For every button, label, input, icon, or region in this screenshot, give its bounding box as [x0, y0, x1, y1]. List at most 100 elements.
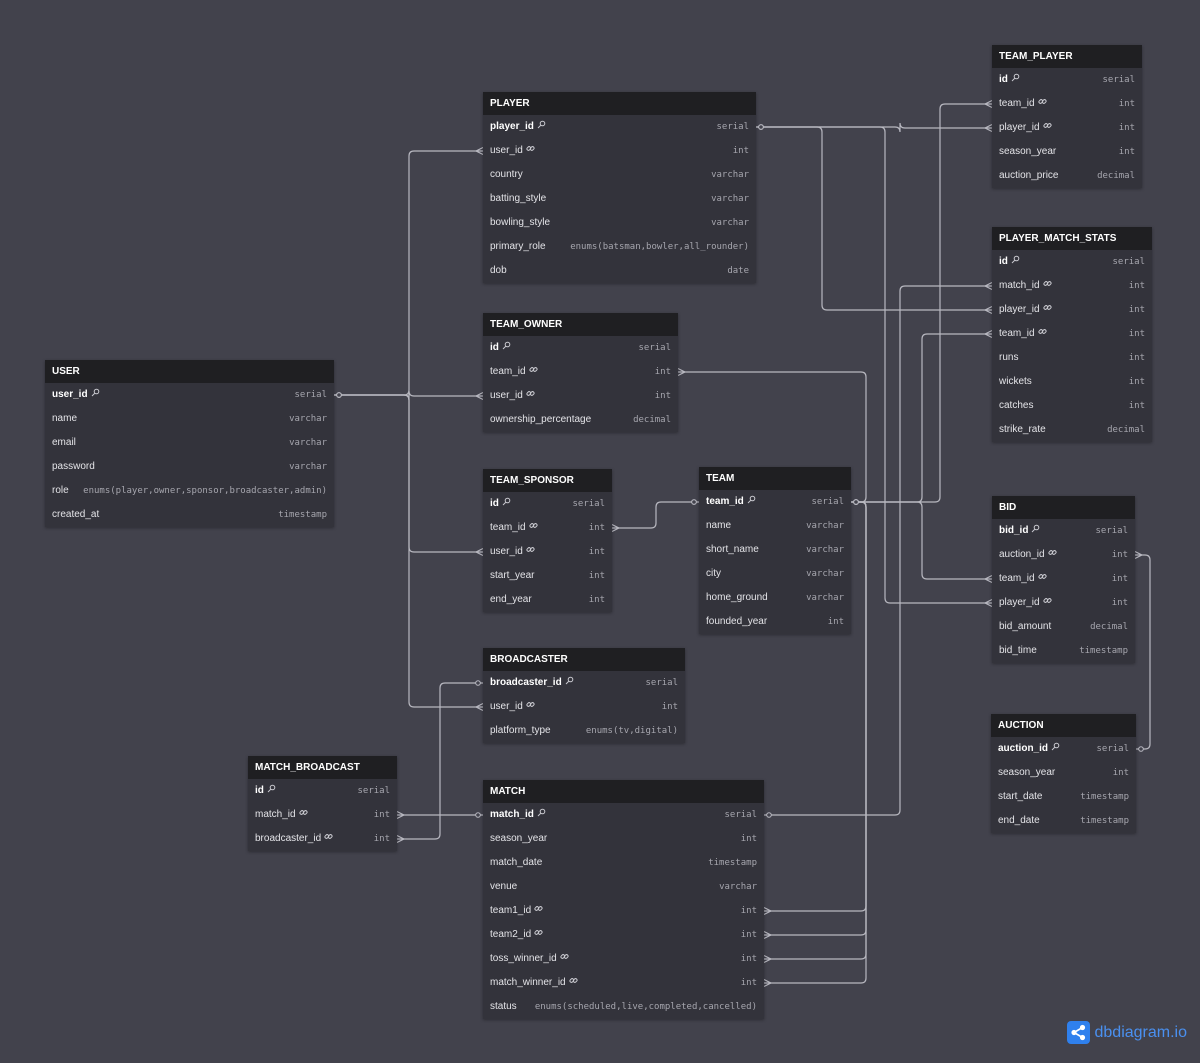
- field-row[interactable]: id serial: [992, 250, 1152, 274]
- field-row[interactable]: user_id int: [483, 139, 756, 163]
- field-row[interactable]: season_year int: [483, 827, 764, 851]
- field-row[interactable]: name varchar: [45, 407, 334, 431]
- field-name: season_year: [998, 767, 1056, 778]
- field-row[interactable]: venue varchar: [483, 875, 764, 899]
- field-row[interactable]: player_id int: [992, 591, 1135, 615]
- field-row[interactable]: auction_id int: [992, 543, 1135, 567]
- table-team-player[interactable]: TEAM_PLAYER id serial team_id int player_id in…: [992, 45, 1142, 188]
- field-row[interactable]: match_date timestamp: [483, 851, 764, 875]
- field-row[interactable]: dob date: [483, 259, 756, 283]
- field-row[interactable]: bid_id serial: [992, 519, 1135, 543]
- table-match-broadcast[interactable]: MATCH_BROADCAST id serial match_id int broadc…: [248, 756, 397, 851]
- field-row[interactable]: strike_rate decimal: [992, 418, 1152, 442]
- field-row[interactable]: match_id int: [992, 274, 1152, 298]
- field-row[interactable]: team1_id int: [483, 899, 764, 923]
- field-row[interactable]: season_year int: [991, 761, 1136, 785]
- table-header[interactable]: PLAYER_MATCH_STATS: [992, 227, 1152, 250]
- table-auction[interactable]: AUCTION auction_id serial season_year int sta…: [991, 714, 1136, 833]
- field-row[interactable]: batting_style varchar: [483, 187, 756, 211]
- field-row[interactable]: team_id int: [483, 516, 612, 540]
- field-row[interactable]: user_id int: [483, 540, 612, 564]
- table-header[interactable]: TEAM_SPONSOR: [483, 469, 612, 492]
- one-marker: [475, 812, 481, 818]
- field-row[interactable]: home_ground varchar: [699, 586, 851, 610]
- field-row[interactable]: team2_id int: [483, 923, 764, 947]
- field-name: id: [490, 498, 499, 509]
- field-row[interactable]: name varchar: [699, 514, 851, 538]
- link-icon: [1043, 591, 1052, 615]
- table-header[interactable]: AUCTION: [991, 714, 1136, 737]
- field-row[interactable]: broadcaster_id int: [248, 827, 397, 851]
- field-row[interactable]: match_id serial: [483, 803, 764, 827]
- field-row[interactable]: id serial: [483, 336, 678, 360]
- field-row[interactable]: broadcaster_id serial: [483, 671, 685, 695]
- field-row[interactable]: id serial: [248, 779, 397, 803]
- one-marker: [853, 499, 859, 505]
- field-row[interactable]: short_name varchar: [699, 538, 851, 562]
- field-row[interactable]: season_year int: [992, 140, 1142, 164]
- table-bid[interactable]: BID bid_id serial auction_id int team_id int pl…: [992, 496, 1135, 663]
- field-row[interactable]: created_at timestamp: [45, 503, 334, 527]
- field-row[interactable]: team_id int: [992, 322, 1152, 346]
- table-header[interactable]: TEAM_OWNER: [483, 313, 678, 336]
- table-team-owner[interactable]: TEAM_OWNER id serial team_id int user_id int ow…: [483, 313, 678, 432]
- table-header[interactable]: PLAYER: [483, 92, 756, 115]
- field-row[interactable]: end_year int: [483, 588, 612, 612]
- field-row[interactable]: catches int: [992, 394, 1152, 418]
- table-header[interactable]: TEAM_PLAYER: [992, 45, 1142, 68]
- field-row[interactable]: id serial: [992, 68, 1142, 92]
- table-match[interactable]: MATCH match_id serial season_year int match_d…: [483, 780, 764, 1019]
- field-type: int: [740, 930, 757, 940]
- field-row[interactable]: player_id int: [992, 298, 1152, 322]
- table-team[interactable]: TEAM team_id serial name varchar short_name va…: [699, 467, 851, 634]
- table-broadcaster[interactable]: BROADCASTER broadcaster_id serial user_id in…: [483, 648, 685, 743]
- field-row[interactable]: player_id serial: [483, 115, 756, 139]
- table-header[interactable]: MATCH: [483, 780, 764, 803]
- field-row[interactable]: bid_amount decimal: [992, 615, 1135, 639]
- table-header[interactable]: MATCH_BROADCAST: [248, 756, 397, 779]
- table-header[interactable]: USER: [45, 360, 334, 383]
- field-name-group: bid_id: [999, 519, 1040, 543]
- field-row[interactable]: password varchar: [45, 455, 334, 479]
- field-row[interactable]: role enums(player,owner,sponsor,broadcast…: [45, 479, 334, 503]
- field-row[interactable]: primary_role enums(batsman,bowler,all_rou…: [483, 235, 756, 259]
- field-row[interactable]: match_id int: [248, 803, 397, 827]
- dbdiagram-logo[interactable]: dbdiagram.io: [1066, 1021, 1187, 1044]
- field-row[interactable]: city varchar: [699, 562, 851, 586]
- table-team-sponsor[interactable]: TEAM_SPONSOR id serial team_id int user_id int…: [483, 469, 612, 612]
- table-header[interactable]: BID: [992, 496, 1135, 519]
- field-row[interactable]: start_year int: [483, 564, 612, 588]
- field-row[interactable]: team_id serial: [699, 490, 851, 514]
- field-row[interactable]: bid_time timestamp: [992, 639, 1135, 663]
- field-row[interactable]: user_id serial: [45, 383, 334, 407]
- field-row[interactable]: bowling_style varchar: [483, 211, 756, 235]
- field-row[interactable]: status enums(scheduled,live,completed,can…: [483, 995, 764, 1019]
- relation-line: [334, 394, 483, 708]
- table-player[interactable]: PLAYER player_id serial user_id int country va…: [483, 92, 756, 283]
- field-row[interactable]: id serial: [483, 492, 612, 516]
- field-row[interactable]: user_id int: [483, 695, 685, 719]
- field-row[interactable]: start_date timestamp: [991, 785, 1136, 809]
- field-row[interactable]: auction_id serial: [991, 737, 1136, 761]
- field-row[interactable]: founded_year int: [699, 610, 851, 634]
- field-row[interactable]: runs int: [992, 346, 1152, 370]
- field-row[interactable]: wickets int: [992, 370, 1152, 394]
- many-marker: [984, 281, 993, 291]
- field-row[interactable]: user_id int: [483, 384, 678, 408]
- table-header[interactable]: BROADCASTER: [483, 648, 685, 671]
- field-row[interactable]: platform_type enums(tv,digital): [483, 719, 685, 743]
- field-row[interactable]: ownership_percentage decimal: [483, 408, 678, 432]
- field-row[interactable]: match_winner_id int: [483, 971, 764, 995]
- field-row[interactable]: auction_price decimal: [992, 164, 1142, 188]
- field-row[interactable]: team_id int: [483, 360, 678, 384]
- field-row[interactable]: team_id int: [992, 567, 1135, 591]
- field-row[interactable]: player_id int: [992, 116, 1142, 140]
- field-row[interactable]: country varchar: [483, 163, 756, 187]
- table-user[interactable]: USER user_id serial name varchar email varchar…: [45, 360, 334, 527]
- field-row[interactable]: team_id int: [992, 92, 1142, 116]
- table-header[interactable]: TEAM: [699, 467, 851, 490]
- field-row[interactable]: end_date timestamp: [991, 809, 1136, 833]
- table-player-match-stats[interactable]: PLAYER_MATCH_STATS id serial match_id int pla…: [992, 227, 1152, 442]
- field-row[interactable]: email varchar: [45, 431, 334, 455]
- field-row[interactable]: toss_winner_id int: [483, 947, 764, 971]
